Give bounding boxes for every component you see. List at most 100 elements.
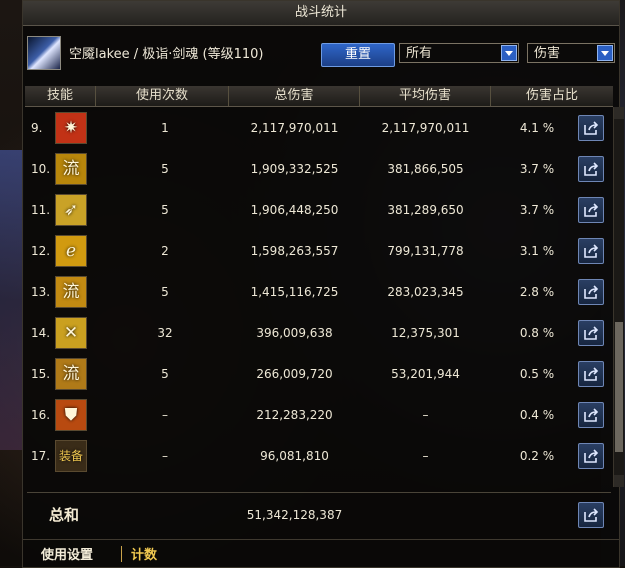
metric-filter-select[interactable]: 伤害: [527, 43, 615, 63]
share-button[interactable]: [578, 443, 604, 469]
row-average-damage: 2,117,970,011: [381, 121, 470, 135]
table-row[interactable]: 14. ✕ 32 396,009,638 12,375,301 0.8 %: [25, 313, 613, 354]
row-damage-share: 3.7 %: [519, 162, 555, 176]
scroll-down-arrow[interactable]: [614, 475, 624, 487]
skill-icon-glyph: 流: [62, 364, 80, 384]
row-total-damage: 1,598,263,557: [250, 244, 339, 258]
table-row[interactable]: 16. ⛊ – 212,283,220 – 0.4 %: [25, 395, 613, 436]
row-average-damage: 53,201,944: [391, 367, 460, 381]
share-icon: [584, 121, 599, 135]
share-button[interactable]: [578, 238, 604, 264]
background-scene-left: [0, 150, 24, 450]
share-icon: [584, 203, 599, 217]
share-icon: [584, 244, 599, 258]
share-button[interactable]: [578, 115, 604, 141]
skill-icon-glyph: 流: [62, 282, 80, 302]
row-damage-share: 4.1 %: [519, 121, 555, 135]
skill-12-icon[interactable]: ℯ: [55, 235, 87, 267]
row-average-damage: 799,131,778: [387, 244, 464, 258]
row-index: 15.: [31, 367, 51, 381]
column-header-average-damage[interactable]: 平均伤害: [360, 86, 491, 106]
summary-label: 总和: [49, 506, 80, 524]
table-row[interactable]: 17. 装备 – 96,081,810 – 0.2 %: [25, 436, 613, 477]
footer-divider: [121, 546, 122, 562]
scrollbar-thumb[interactable]: [615, 322, 623, 452]
row-average-damage: 12,375,301: [391, 326, 460, 340]
battle-stats-window: 战斗统计 空魇lakee / 极诣·剑魂 (等级110) 重置 所有 伤害 技能…: [22, 0, 624, 568]
row-index: 17.: [31, 449, 51, 463]
row-index: 9.: [31, 121, 43, 135]
share-button[interactable]: [578, 320, 604, 346]
skill-icon-glyph: ⛊: [64, 405, 78, 425]
table-row[interactable]: 12. ℯ 2 1,598,263,557 799,131,778 3.1 %: [25, 231, 613, 272]
share-button[interactable]: [578, 502, 604, 528]
skill-10-icon[interactable]: 流: [55, 153, 87, 185]
count-tab[interactable]: 计数: [131, 544, 157, 563]
table-row[interactable]: 15. 流 5 266,009,720 53,201,944 0.5 %: [25, 354, 613, 395]
character-name: 空魇lakee / 极诣·剑魂 (等级110): [69, 47, 264, 62]
settings-tab[interactable]: 使用设置: [41, 544, 93, 563]
skill-11-icon[interactable]: ➶: [55, 194, 87, 226]
share-button[interactable]: [578, 361, 604, 387]
table-scrollbar[interactable]: [613, 107, 624, 487]
skill-16-icon[interactable]: ⛊: [55, 399, 87, 431]
share-button[interactable]: [578, 156, 604, 182]
table-row[interactable]: 10. 流 5 1,909,332,525 381,866,505 3.7 %: [25, 149, 613, 190]
skill-icon-glyph: ➶: [63, 200, 79, 220]
window-footer: 使用设置 计数: [23, 539, 619, 568]
row-index: 10.: [31, 162, 51, 176]
row-damage-share: 0.8 %: [519, 326, 555, 340]
row-average-damage: –: [422, 449, 429, 463]
share-icon: [584, 285, 599, 299]
share-icon: [584, 326, 599, 340]
row-damage-share: 0.4 %: [519, 408, 555, 422]
scroll-up-arrow[interactable]: [614, 107, 624, 119]
chevron-down-icon[interactable]: [597, 45, 613, 61]
column-header-uses[interactable]: 使用次数: [96, 86, 229, 106]
skill-icon-glyph: ✷: [63, 118, 79, 138]
column-header-damage-share[interactable]: 伤害占比: [491, 86, 613, 106]
target-filter-select[interactable]: 所有: [399, 43, 519, 63]
table-header: 技能 使用次数 总伤害 平均伤害 伤害占比: [25, 86, 613, 107]
table-row[interactable]: 9. ✷ 1 2,117,970,011 2,117,970,011 4.1 %: [25, 108, 613, 149]
row-uses: 5: [161, 203, 169, 217]
chevron-down-icon[interactable]: [501, 45, 517, 61]
row-damage-share: 3.1 %: [519, 244, 555, 258]
table-row[interactable]: 11. ➶ 5 1,906,448,250 381,289,650 3.7 %: [25, 190, 613, 231]
row-index: 16.: [31, 408, 51, 422]
share-icon: [584, 367, 599, 381]
table-row[interactable]: 13. 流 5 1,415,116,725 283,023,345 2.8 %: [25, 272, 613, 313]
window-title: 战斗统计: [23, 1, 619, 26]
skill-14-icon[interactable]: ✕: [55, 317, 87, 349]
row-damage-share: 2.8 %: [519, 285, 555, 299]
row-index: 11.: [31, 203, 51, 217]
column-header-skill[interactable]: 技能: [25, 86, 96, 106]
character-avatar: [27, 36, 61, 70]
share-button[interactable]: [578, 197, 604, 223]
summary-divider: [27, 492, 611, 493]
share-button[interactable]: [578, 402, 604, 428]
row-uses: 1: [161, 121, 169, 135]
row-total-damage: 212,283,220: [256, 408, 333, 422]
skill-damage-table: 技能 使用次数 总伤害 平均伤害 伤害占比 9. ✷ 1 2,117,970,011 2…: [25, 86, 613, 506]
skill-9-icon[interactable]: ✷: [55, 112, 87, 144]
skill-13-icon[interactable]: 流: [55, 276, 87, 308]
share-button[interactable]: [578, 279, 604, 305]
summary-row: 总和 51,342,128,387: [25, 497, 613, 533]
row-damage-share: 0.2 %: [519, 449, 555, 463]
summary-total-damage: 51,342,128,387: [246, 508, 343, 522]
skill-17-icon[interactable]: 装备: [55, 440, 87, 472]
row-total-damage: 1,415,116,725: [250, 285, 339, 299]
row-total-damage: 1,909,332,525: [250, 162, 339, 176]
skill-icon-glyph: 流: [62, 159, 80, 179]
row-uses: 32: [157, 326, 173, 340]
row-damage-share: 0.5 %: [519, 367, 555, 381]
row-average-damage: –: [422, 408, 429, 422]
row-index: 14.: [31, 326, 51, 340]
row-index: 13.: [31, 285, 51, 299]
reset-button[interactable]: 重置: [321, 43, 395, 67]
column-header-total-damage[interactable]: 总伤害: [229, 86, 360, 106]
row-average-damage: 381,289,650: [387, 203, 464, 217]
skill-15-icon[interactable]: 流: [55, 358, 87, 390]
share-icon: [584, 449, 599, 463]
